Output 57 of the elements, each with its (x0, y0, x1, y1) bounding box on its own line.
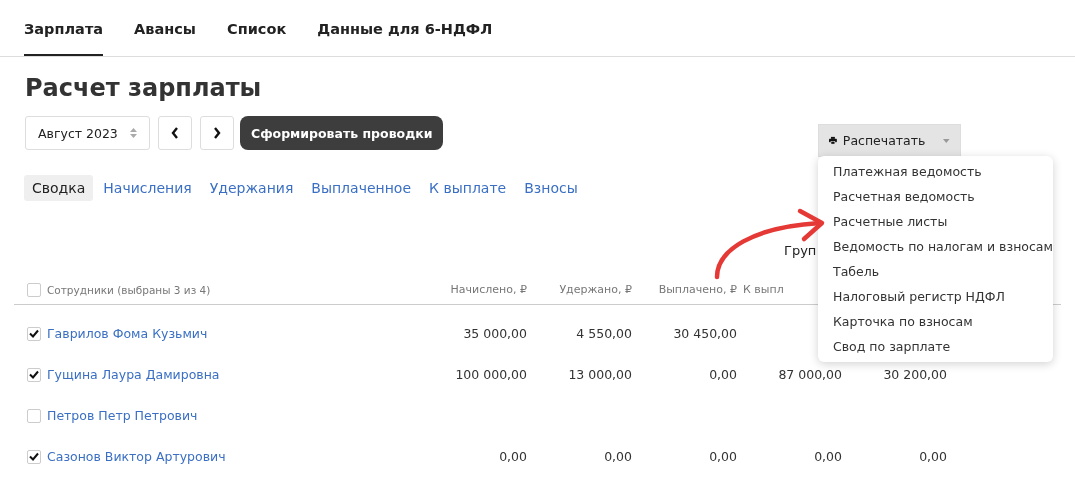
tab[interactable]: Зарплата (24, 0, 104, 56)
table-cell-text: 30 200,00 (882, 367, 947, 382)
employee-link[interactable]: Петров Петр Петрович (47, 408, 198, 423)
tab[interactable]: Удержания (201, 175, 302, 201)
checkbox[interactable] (27, 326, 41, 341)
table-cell-text: 0,00 (708, 367, 737, 382)
tab[interactable]: Выплаченное (303, 175, 420, 201)
table-cell-text: 0,00 (813, 449, 842, 464)
tab[interactable]: Авансы (134, 0, 196, 56)
checkbox[interactable] (27, 449, 41, 464)
menu-item[interactable]: Платежная ведомость (818, 159, 1053, 184)
menu-item[interactable]: Ведомость по налогам и взносам (818, 234, 1053, 259)
menu-item[interactable]: Карточка по взносам (818, 309, 1053, 334)
printer-icon (829, 135, 837, 146)
table-cell-text: 35 000,00 (462, 326, 527, 341)
group-label: Груп (784, 243, 817, 260)
chevron-left-icon (171, 127, 179, 139)
checkbox[interactable] (27, 367, 41, 382)
print-button[interactable]: Распечатать (818, 124, 961, 157)
employee-link[interactable]: Гаврилов Фома Кузьмич (47, 326, 208, 341)
menu-item[interactable]: Табель (818, 259, 1053, 284)
checkbox[interactable] (27, 282, 41, 297)
post-entries-button[interactable]: Сформировать проводки (240, 116, 444, 150)
menu-item[interactable]: Расчетные листы (818, 209, 1053, 234)
column-header: Сотрудники (выбраны 3 из 4) (47, 283, 211, 296)
menu-item[interactable]: Расчетная ведомость (818, 184, 1053, 209)
tab[interactable]: Взносы (516, 175, 586, 201)
column-header: Начислено, ₽ (450, 283, 527, 296)
menu-item[interactable]: Налоговый регистр НДФЛ (818, 284, 1053, 309)
employee-link[interactable]: Сазонов Виктор Артурович (47, 449, 226, 464)
period-select[interactable]: Август 2023 (25, 116, 150, 150)
table-cell-text: 0,00 (918, 449, 947, 464)
table-cell-text: 30 450,00 (672, 326, 737, 341)
column-header: К выпл (743, 283, 784, 296)
page-title: Расчет зарплаты (25, 74, 263, 104)
employee-link[interactable]: Гущина Лаура Дамировна (47, 367, 220, 382)
table-cell-text: 100 000,00 (454, 367, 527, 382)
tab[interactable]: Начисления (95, 175, 200, 201)
tab[interactable]: Список (227, 0, 287, 56)
checkbox[interactable] (27, 408, 41, 423)
previous-button[interactable] (158, 116, 192, 150)
sort-arrows-icon (130, 128, 137, 138)
chevron-right-icon (213, 127, 221, 139)
menu-item[interactable]: Свод по зарплате (818, 334, 1053, 359)
tab[interactable]: Данные для 6-НДФЛ (317, 0, 493, 56)
table-cell-text: 0,00 (603, 449, 632, 464)
next-button[interactable] (200, 116, 234, 150)
table-cell-text: 0,00 (498, 449, 527, 464)
column-header: Удержано, ₽ (559, 283, 632, 296)
table-cell-text: 0,00 (708, 449, 737, 464)
table-cell-text: 13 000,00 (567, 367, 632, 382)
column-header: Выплачено, ₽ (658, 283, 737, 296)
table-cell-text: 87 000,00 (777, 367, 842, 382)
tab[interactable]: Сводка (24, 175, 94, 201)
caret-icon (943, 137, 950, 144)
tab[interactable]: К выплате (421, 175, 515, 201)
table-cell-text: 4 550,00 (575, 326, 632, 341)
